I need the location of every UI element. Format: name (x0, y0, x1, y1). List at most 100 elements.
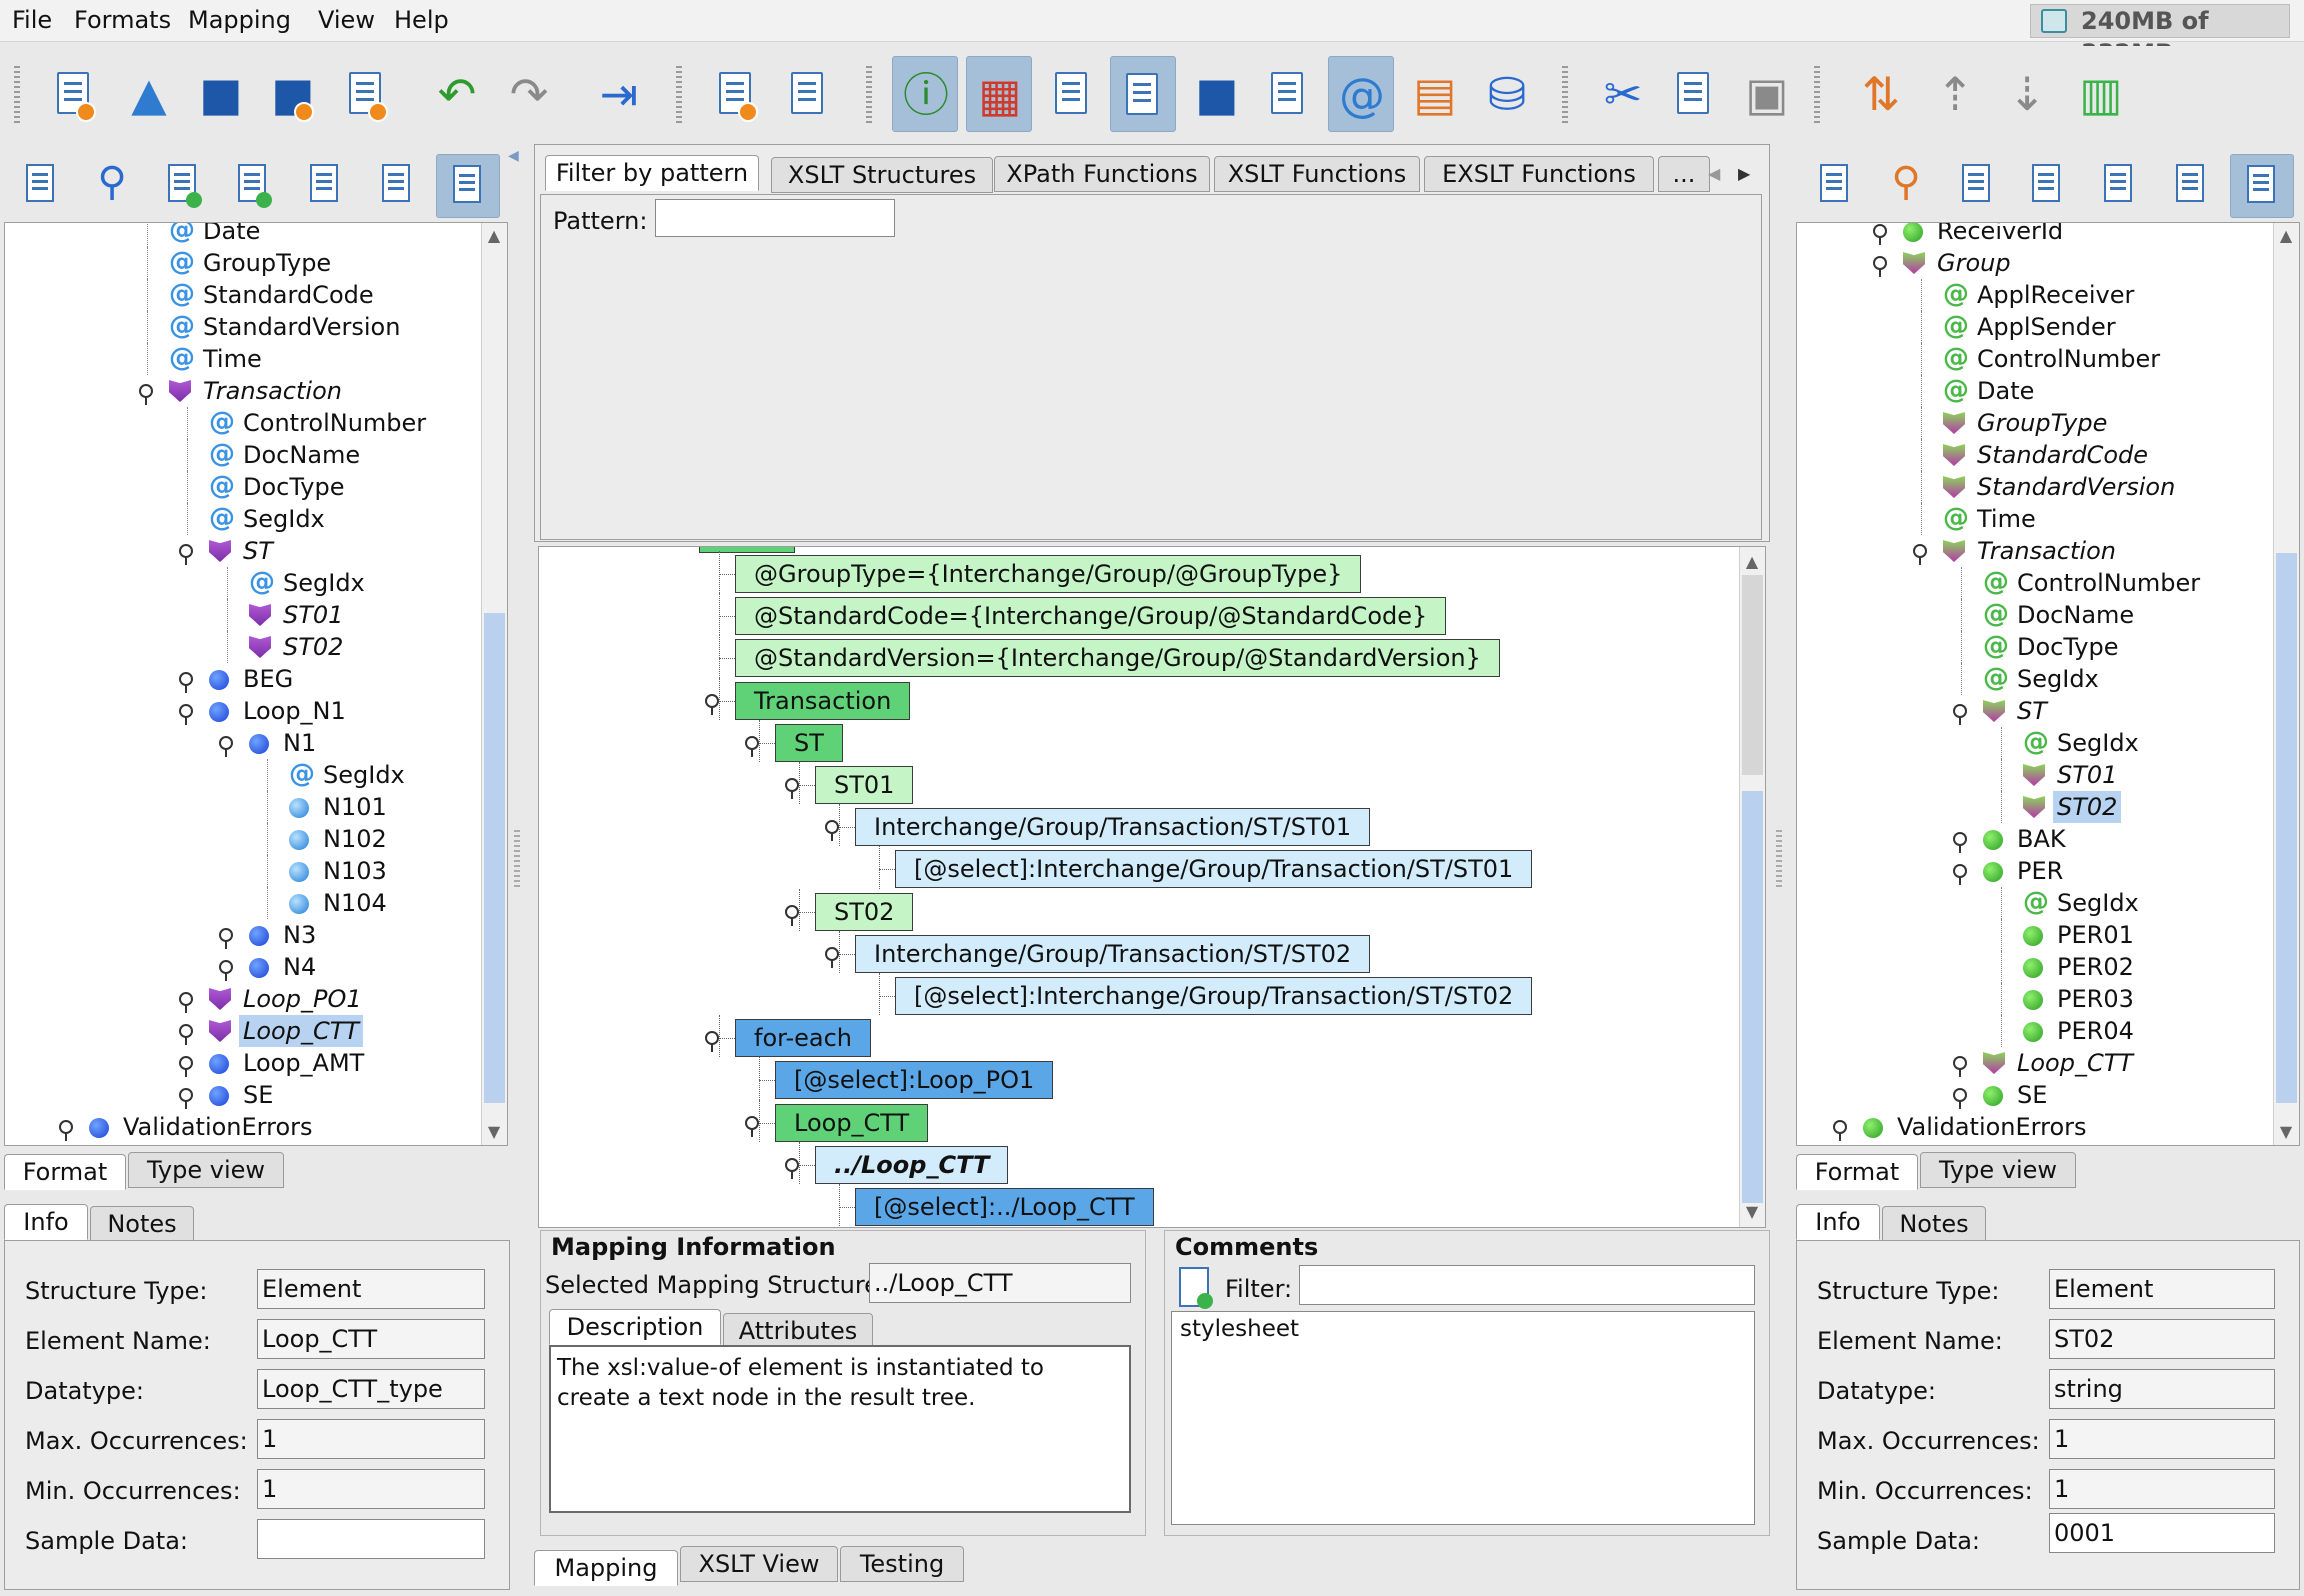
expand-toggle-icon[interactable] (785, 778, 799, 799)
tab-xslt-functions[interactable]: XSLT Functions (1214, 156, 1420, 192)
mapping-node[interactable]: for-each (735, 1019, 872, 1058)
expand-toggle-icon[interactable] (1953, 704, 1967, 725)
tree-node[interactable]: @ StandardCode (5, 279, 507, 311)
database-button[interactable]: ⛁ (1474, 56, 1540, 132)
expand-toggle-icon[interactable] (1913, 544, 1927, 565)
tree-node[interactable]: @ Date (5, 223, 507, 247)
move-down-button[interactable]: ⇣ (1994, 56, 2060, 132)
expand-toggle-icon[interactable] (179, 1056, 193, 1077)
scroll-thumb[interactable] (484, 613, 505, 1103)
attribute-view-button[interactable]: @ (1328, 56, 1394, 132)
mapping-node[interactable]: @StandardCode={Interchange/Group/@Standa… (735, 597, 1447, 636)
toolbar-grip[interactable] (1562, 66, 1568, 126)
expand-toggle-icon[interactable] (745, 735, 759, 757)
tree-node[interactable]: StandardCode (1797, 439, 2299, 471)
tree-node[interactable]: @ SegIdx (5, 759, 507, 791)
tree-node[interactable]: @ SegIdx (1797, 727, 2299, 759)
tab-xslt-structures[interactable]: XSLT Structures (771, 157, 993, 193)
expand-toggle-icon[interactable] (785, 904, 799, 926)
tab-source-format[interactable]: Format (4, 1154, 126, 1190)
tree-node[interactable]: PER04 (1797, 1015, 2299, 1047)
tree-node[interactable]: @ Time (1797, 503, 2299, 535)
move-up-button[interactable]: ⇡ (1922, 56, 1988, 132)
target-list-button[interactable] (2016, 154, 2080, 218)
expand-toggle-icon[interactable] (1953, 1088, 1967, 1109)
tree-node[interactable]: Loop_CTT (5, 1015, 507, 1047)
source-list-button[interactable] (222, 154, 286, 218)
tree-node[interactable]: SE (1797, 1079, 2299, 1111)
mapping-node[interactable]: @GroupType={Interchange/Group/@GroupType… (735, 555, 1362, 593)
expand-toggle-icon[interactable] (179, 1088, 193, 1109)
scroll-down-icon[interactable]: ▼ (2274, 1121, 2298, 1143)
tab-source-info[interactable]: Info (4, 1204, 88, 1240)
tab-target-type-view[interactable]: Type view (1920, 1152, 2076, 1188)
expand-toggle-icon[interactable] (705, 1031, 719, 1053)
scroll-up-icon[interactable]: ▲ (482, 225, 506, 247)
expand-toggle-icon[interactable] (1953, 1056, 1967, 1077)
tree-node[interactable]: @ SegIdx (1797, 887, 2299, 919)
toolbar-grip[interactable] (14, 66, 20, 126)
tree-node[interactable]: PER02 (1797, 951, 2299, 983)
tab-target-notes[interactable]: Notes (1882, 1206, 1986, 1242)
mapping-node[interactable]: Transaction (735, 681, 911, 720)
tabs-scroll-right-icon[interactable]: ▶ (1738, 164, 1750, 183)
copy-button[interactable] (1662, 56, 1728, 132)
tree-node[interactable]: @ GroupType (5, 247, 507, 279)
mapping-node[interactable]: Interchange/Group/Transaction/ST/ST01 (855, 808, 1371, 847)
mapping-node[interactable]: [@select]:Loop_PO1 (775, 1061, 1054, 1100)
memory-indicator[interactable]: 240MB of 332MB (2030, 4, 2290, 67)
sample-data-field[interactable] (257, 1519, 485, 1559)
tree-node[interactable]: N102 (5, 823, 507, 855)
structure-settings-button[interactable] (776, 56, 842, 132)
left-splitter[interactable] (514, 830, 520, 890)
mapping-node[interactable]: ST02 (815, 892, 914, 931)
tree-node[interactable]: SE (5, 1079, 507, 1111)
tree-node[interactable]: ValidationErrors (5, 1111, 507, 1143)
tab-more[interactable]: ... (1658, 156, 1710, 192)
expand-toggle-icon[interactable] (1953, 832, 1967, 853)
target-tree-scrollbar[interactable]: ▲ ▼ (2273, 223, 2299, 1145)
export-xls-button[interactable] (334, 56, 400, 132)
target-find-button[interactable]: ⚲ (1874, 154, 1938, 218)
tree-node[interactable]: N4 (5, 951, 507, 983)
expand-toggle-icon[interactable] (825, 946, 839, 968)
tree-node[interactable]: Loop_CTT (1797, 1047, 2299, 1079)
target-edit-button[interactable] (2160, 154, 2224, 218)
tree-node[interactable]: @ DocName (5, 439, 507, 471)
mapping-node[interactable]: @StandardVersion={Interchange/Group/@Sta… (735, 639, 1500, 678)
tree-node[interactable]: PER (1797, 855, 2299, 887)
menu-view[interactable]: View (318, 6, 375, 34)
right-splitter[interactable] (1776, 830, 1782, 890)
toolbar-grip[interactable] (676, 66, 682, 126)
tree-node[interactable]: ST (1797, 695, 2299, 727)
menu-help[interactable]: Help (394, 6, 449, 34)
comments-list[interactable]: stylesheet (1171, 1311, 1755, 1525)
tree-node[interactable]: ValidationErrors (1797, 1111, 2299, 1143)
mapping-node-partial[interactable] (699, 547, 795, 553)
tree-node[interactable]: ST02 (5, 631, 507, 663)
source-find-button[interactable]: ⚲ (80, 154, 144, 218)
tab-attributes[interactable]: Attributes (723, 1313, 873, 1349)
pattern-input[interactable] (655, 199, 895, 237)
save-as-button[interactable]: ■ (260, 56, 326, 132)
expand-toggle-icon[interactable] (179, 704, 193, 725)
mapping-node[interactable]: [@select]:../Loop_CTT (855, 1188, 1154, 1226)
toolbar-grip[interactable] (866, 66, 872, 126)
collapse-left-icon[interactable]: ◀ (508, 148, 519, 164)
expand-toggle-icon[interactable] (219, 928, 233, 949)
expand-toggle-icon[interactable] (785, 1157, 799, 1179)
tree-node[interactable]: @ ControlNumber (1797, 343, 2299, 375)
expand-toggle-icon[interactable] (219, 960, 233, 981)
tree-node[interactable]: StandardVersion (1797, 471, 2299, 503)
cut-button[interactable]: ✂ (1590, 56, 1656, 132)
expand-toggle-icon[interactable] (1873, 256, 1887, 277)
target-import-button[interactable] (1804, 154, 1868, 218)
mapping-node[interactable]: ST (775, 723, 843, 762)
new-file-button[interactable] (42, 56, 108, 132)
tree-node[interactable]: @ SegIdx (1797, 663, 2299, 695)
tab-target-info[interactable]: Info (1796, 1204, 1880, 1240)
mapping-node[interactable]: [@select]:Interchange/Group/Transaction/… (895, 977, 1533, 1015)
tree-node[interactable]: PER01 (1797, 919, 2299, 951)
target-notes-button[interactable] (1946, 154, 2010, 218)
expand-toggle-icon[interactable] (1833, 1120, 1847, 1141)
